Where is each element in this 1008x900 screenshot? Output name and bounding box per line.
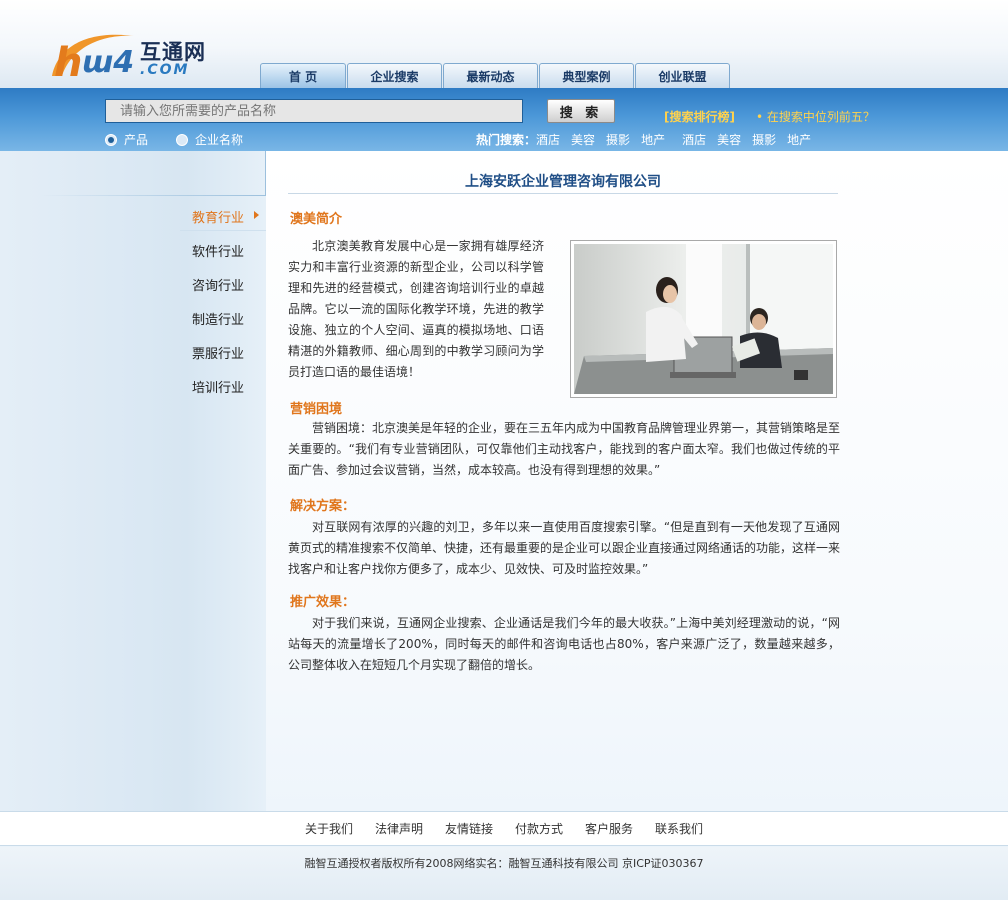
hot-search-item[interactable]: 摄影	[752, 131, 776, 148]
hot-search-item[interactable]: 美容	[571, 131, 595, 148]
search-bar: 搜 索 [搜索排行榜] • 在搜索中位列前五？ 产品 企业名称 热门搜索： 酒店…	[0, 88, 1008, 151]
search-ranking-hint: • 在搜索中位列前五？	[756, 110, 875, 124]
sidebar-item-ticketing[interactable]: 票服行业	[192, 343, 244, 362]
search-button[interactable]: 搜 索	[547, 99, 615, 123]
section-heading-solution: 解决方案：	[290, 499, 356, 514]
footer-link-about[interactable]: 关于我们	[305, 820, 353, 837]
radio-product-label: 产品	[124, 133, 149, 147]
site-logo[interactable]: h ɯ4 互通网 .COM	[48, 26, 218, 82]
footer-link-legal[interactable]: 法律声明	[375, 820, 423, 837]
sidebar-divider	[40, 195, 266, 196]
article-content: 上海安跃企业管理咨询有限公司 澳美简介 北京澳美教育发展中心是一家拥有雄厚经济实…	[266, 151, 1008, 811]
sidebar-item-education[interactable]: 教育行业	[192, 207, 260, 226]
footer-link-service[interactable]: 客户服务	[585, 820, 633, 837]
radio-company-label: 企业名称	[195, 133, 244, 147]
company-title: 上海安跃企业管理咨询有限公司	[465, 174, 661, 190]
footer-link-contact[interactable]: 联系我们	[655, 820, 703, 837]
sidebar-item-software[interactable]: 软件行业	[192, 241, 244, 260]
search-input[interactable]	[105, 99, 523, 123]
nav-tab-company-search[interactable]: 企业搜索	[347, 63, 442, 88]
logo-domain: .COM	[140, 62, 190, 78]
marketing-paragraph: 营销困境：北京澳美是年轻的企业，要在三五年内成为中国教育品牌管理业界第一，其营销…	[288, 421, 841, 477]
sidebar-item-manufacturing[interactable]: 制造行业	[192, 309, 244, 328]
nav-tab-home[interactable]: 首 页	[260, 63, 346, 88]
radio-product[interactable]: 产品	[105, 131, 148, 148]
nav-tab-alliance[interactable]: 创业联盟	[635, 63, 730, 88]
section-heading-intro: 澳美简介	[290, 212, 343, 227]
radio-company-name[interactable]: 企业名称	[176, 131, 243, 148]
radio-unchecked-icon	[176, 133, 188, 146]
hot-search-item[interactable]: 地产	[787, 131, 811, 148]
intro-paragraph: 北京澳美教育发展中心是一家拥有雄厚经济实力和丰富行业资源的新型企业，公司以科学管…	[288, 239, 544, 379]
radio-checked-icon	[105, 133, 117, 146]
footer-links: 关于我们 法律声明 友情链接 付款方式 客户服务 联系我们	[0, 811, 1008, 846]
nav-tab-cases[interactable]: 典型案例	[539, 63, 634, 88]
svg-text:h: h	[54, 40, 82, 82]
footer-link-friends[interactable]: 友情链接	[445, 820, 493, 837]
logo-swoosh-icon: h ɯ4	[52, 34, 134, 82]
main-nav: 首 页 企业搜索 最新动态 典型案例 创业联盟	[260, 63, 731, 88]
hot-search-item[interactable]: 地产	[641, 131, 665, 148]
section-heading-marketing: 营销困境	[290, 402, 343, 417]
solution-paragraph: 对互联网有浓厚的兴趣的刘卫，多年以来一直使用百度搜索引擎。“但是直到有一天他发现…	[288, 520, 841, 576]
hot-search-item[interactable]: 摄影	[606, 131, 630, 148]
nav-tab-news[interactable]: 最新动态	[443, 63, 538, 88]
copyright-text: 融智互通授权者版权所有2008网络实名：融智互通科技有限公司 京ICP证0303…	[0, 847, 1008, 900]
section-heading-effect: 推广效果：	[290, 595, 356, 610]
hot-search: 热门搜索： 酒店 美容 摄影 地产 酒店 美容 摄影 地产	[476, 131, 822, 148]
industry-sidebar: 教育行业 软件行业 咨询行业 制造行业 票服行业 培训行业	[0, 151, 266, 811]
office-photo	[570, 240, 837, 398]
office-meeting-image-icon	[574, 244, 833, 394]
footer-link-payment[interactable]: 付款方式	[515, 820, 563, 837]
site-header: h ɯ4 互通网 .COM 首 页 企业搜索 最新动态 典型案例 创业联盟	[0, 0, 1008, 88]
search-ranking-link[interactable]: [搜索排行榜]	[664, 108, 735, 125]
sidebar-item-consulting[interactable]: 咨询行业	[192, 275, 244, 294]
svg-text:ɯ4: ɯ4	[82, 45, 134, 80]
hot-search-item[interactable]: 美容	[717, 131, 741, 148]
hot-search-item[interactable]: 酒店	[682, 131, 706, 148]
hot-search-item[interactable]: 酒店	[536, 131, 560, 148]
effect-paragraph: 对于我们来说，互通网企业搜索、企业通话是我们今年的最大收获。”上海中美刘经理激动…	[288, 616, 841, 672]
hot-search-label: 热门搜索：	[476, 133, 537, 147]
sidebar-divider	[180, 230, 266, 231]
sidebar-item-training[interactable]: 培训行业	[192, 377, 244, 396]
title-divider	[288, 193, 838, 194]
